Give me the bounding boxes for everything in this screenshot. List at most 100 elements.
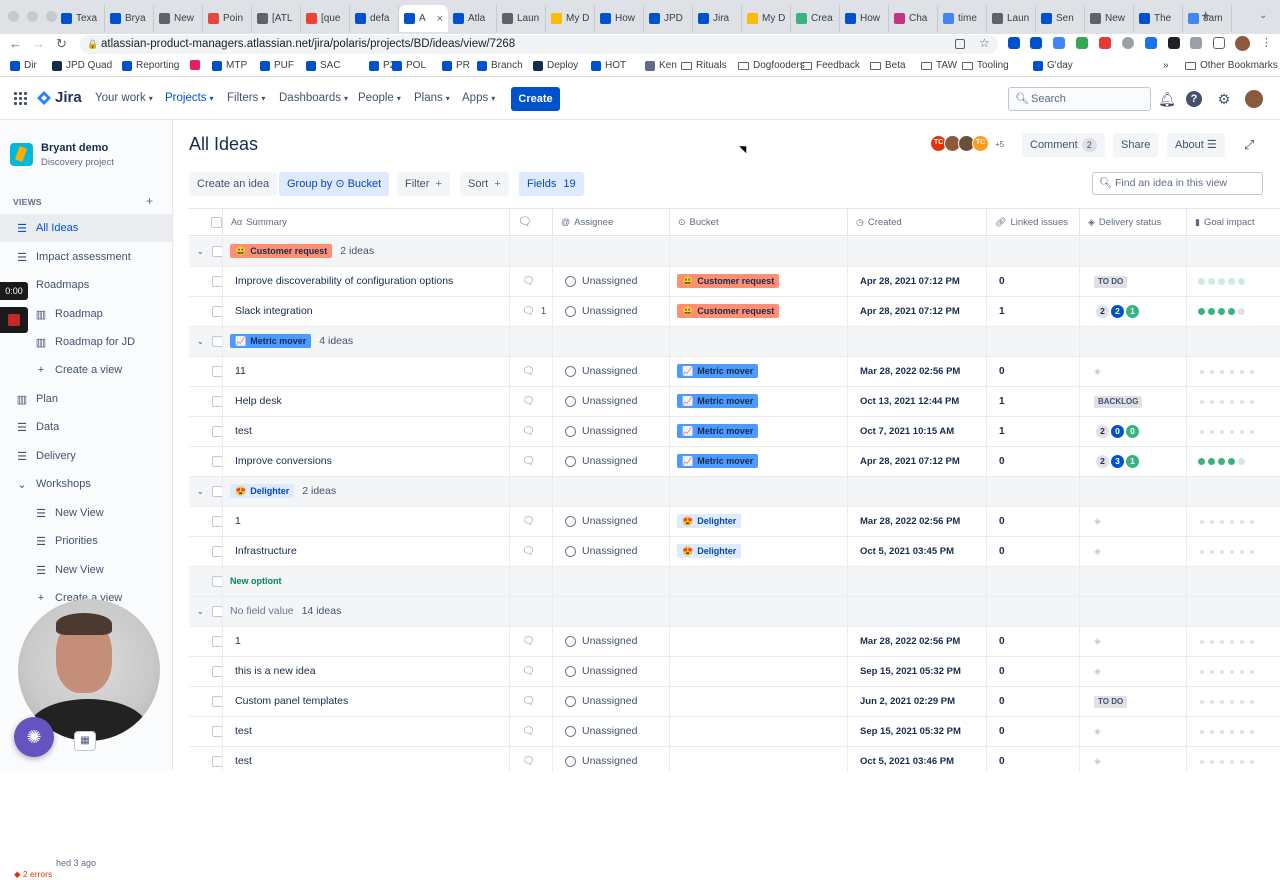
assignee[interactable]: Unassigned [553, 627, 669, 656]
comment-icon[interactable]: 🗨︎ [522, 366, 535, 377]
idea-summary[interactable]: 1 [235, 635, 241, 647]
row-checkbox[interactable] [212, 486, 222, 497]
chevron-down-icon[interactable]: ⌄ [16, 478, 28, 491]
bookmark-item[interactable]: G'day [1033, 60, 1073, 71]
create-idea-button[interactable]: Create an idea [189, 172, 278, 196]
browser-tab[interactable]: Crea [791, 5, 840, 32]
table-row[interactable]: 11 🗨︎ Unassigned 📈 Metric mover Mar 28, 2022 … [189, 357, 1280, 387]
bookmark-item[interactable]: Beta [870, 60, 906, 71]
table-row[interactable]: Slack integration 🗨︎ 1 Unassigned 😃 Customer … [189, 297, 1280, 327]
idea-summary[interactable]: Custom panel templates [235, 695, 348, 707]
browser-tab[interactable]: Atla [448, 5, 497, 32]
bookmark-item[interactable]: Feedback [801, 60, 860, 71]
goal-impact-rating[interactable] [1187, 627, 1280, 656]
goal-impact-rating[interactable] [1187, 387, 1280, 416]
idea-summary[interactable]: test [235, 755, 252, 767]
more-bookmarks-icon[interactable]: » [1163, 60, 1169, 71]
browser-tab[interactable]: How [595, 5, 644, 32]
top-nav-people[interactable]: People ▾ [358, 92, 401, 104]
assignee[interactable]: Unassigned [553, 687, 669, 716]
table-row[interactable]: Improve discoverability of configuration… [189, 267, 1280, 297]
create-button[interactable]: Create [511, 87, 560, 111]
back-icon[interactable]: ← [9, 36, 22, 51]
top-nav-your-work[interactable]: Your work ▾ [95, 92, 153, 104]
table-row[interactable]: 1 🗨︎ Unassigned Mar 28, 2022 02:56 PM 0 ◈ [189, 627, 1280, 657]
goal-impact-rating[interactable] [1187, 417, 1280, 446]
other-bookmarks[interactable]: Other Bookmarks [1185, 60, 1278, 71]
browser-tab[interactable]: defa [350, 5, 399, 32]
idea-summary[interactable]: Help desk [235, 395, 282, 407]
bookmark-item[interactable] [190, 60, 204, 70]
row-checkbox[interactable] [212, 426, 222, 437]
assignee[interactable]: Unassigned [553, 297, 669, 326]
bookmark-item[interactable]: Rituals [681, 60, 727, 71]
puzzle-icon[interactable] [1190, 37, 1202, 49]
assignee[interactable]: Unassigned [553, 717, 669, 746]
goal-impact-rating[interactable] [1187, 357, 1280, 386]
top-nav-filters[interactable]: Filters ▾ [227, 92, 265, 104]
table-row[interactable]: this is a new idea 🗨︎ Unassigned Sep 15, 20… [189, 657, 1280, 687]
idea-summary[interactable]: 1 [235, 515, 241, 527]
bookmark-item[interactable]: PUF [260, 60, 294, 71]
row-checkbox[interactable] [212, 666, 222, 677]
close-tab-icon[interactable]: × [437, 13, 443, 25]
browser-tab[interactable]: A × [399, 5, 448, 32]
row-checkbox[interactable] [212, 636, 222, 647]
bookmark-item[interactable]: MTP [212, 60, 247, 71]
stop-recording-button[interactable] [0, 307, 28, 333]
browser-menu-icon[interactable]: ⋮ [1261, 36, 1272, 49]
browser-tab[interactable]: [ATL [252, 5, 301, 32]
extension-icon[interactable] [1030, 37, 1042, 49]
status-lozenge[interactable]: BACKLOG [1094, 396, 1143, 408]
column-created[interactable]: ◷ Created [848, 209, 987, 236]
row-checkbox[interactable] [212, 246, 222, 257]
errors-indicator[interactable]: ◆ 2 errors [14, 869, 52, 880]
row-checkbox[interactable] [212, 516, 222, 527]
table-row[interactable]: Custom panel templates 🗨︎ Unassigned Jun 2,… [189, 687, 1280, 717]
extension-icon[interactable] [1122, 37, 1134, 49]
delivery-progress[interactable]: 231 [1080, 447, 1186, 476]
assignee[interactable]: Unassigned [553, 387, 669, 416]
chevron-down-icon[interactable]: ⌄ [197, 597, 204, 626]
extension-icon[interactable] [1168, 37, 1180, 49]
bookmark-item[interactable]: Dir [10, 60, 37, 71]
settings-gear-icon[interactable]: ⚙ [1215, 90, 1233, 108]
goal-impact-rating[interactable] [1187, 687, 1280, 716]
group-row[interactable]: ⌄ 😍 Delighter 2 ideas [189, 477, 1280, 507]
top-nav-apps[interactable]: Apps ▾ [462, 92, 495, 104]
app-switcher-icon[interactable] [14, 92, 27, 105]
bookmark-item[interactable]: Tooling [962, 60, 1009, 71]
row-checkbox[interactable] [212, 726, 222, 737]
jira-logo[interactable]: Jira [37, 89, 82, 106]
comment-icon[interactable]: 🗨︎ [522, 276, 535, 287]
notifications-icon[interactable]: 🔔︎ [1158, 90, 1176, 108]
extension-icon[interactable] [1099, 37, 1111, 49]
comment-icon[interactable]: 🗨︎ [522, 516, 535, 527]
column-comments[interactable]: 🗨︎ [510, 209, 553, 236]
project-name[interactable]: Bryant demo [41, 142, 108, 154]
comment-button[interactable]: Comment 2 [1022, 133, 1105, 157]
comment-icon[interactable]: 🗨︎ [522, 546, 535, 557]
comment-icon[interactable]: 🗨︎ [522, 426, 535, 437]
bookmark-item[interactable]: PR [442, 60, 470, 71]
browser-tab[interactable]: Jira [693, 5, 742, 32]
calendar-icon[interactable]: ▦ [74, 731, 96, 751]
extension-icon[interactable] [1145, 37, 1157, 49]
bookmark-item[interactable]: Dogfooders [738, 60, 805, 71]
row-checkbox[interactable] [212, 396, 222, 407]
table-row[interactable]: test 🗨︎ Unassigned Oct 5, 2021 03:46 PM 0 ◈ [189, 747, 1280, 771]
chevron-down-icon[interactable]: ⌄ [197, 477, 204, 506]
comment-icon[interactable]: 🗨︎ [522, 726, 535, 737]
collaborator-avatars[interactable]: TC TC [930, 135, 989, 152]
reload-icon[interactable]: ↻ [56, 36, 67, 52]
goal-impact-rating[interactable] [1187, 747, 1280, 771]
extension-icon[interactable] [1008, 37, 1020, 49]
bookmark-item[interactable]: Branch [477, 60, 523, 71]
top-nav-dashboards[interactable]: Dashboards ▾ [279, 92, 348, 104]
sidebar-item-priorities[interactable]: ☰ Priorities [0, 527, 172, 555]
goal-impact-rating[interactable] [1187, 537, 1280, 566]
assignee[interactable]: Unassigned [553, 657, 669, 686]
status-lozenge[interactable]: TO DO [1094, 696, 1128, 708]
assignee[interactable]: Unassigned [553, 357, 669, 386]
comment-icon[interactable]: 🗨︎ [522, 456, 535, 467]
